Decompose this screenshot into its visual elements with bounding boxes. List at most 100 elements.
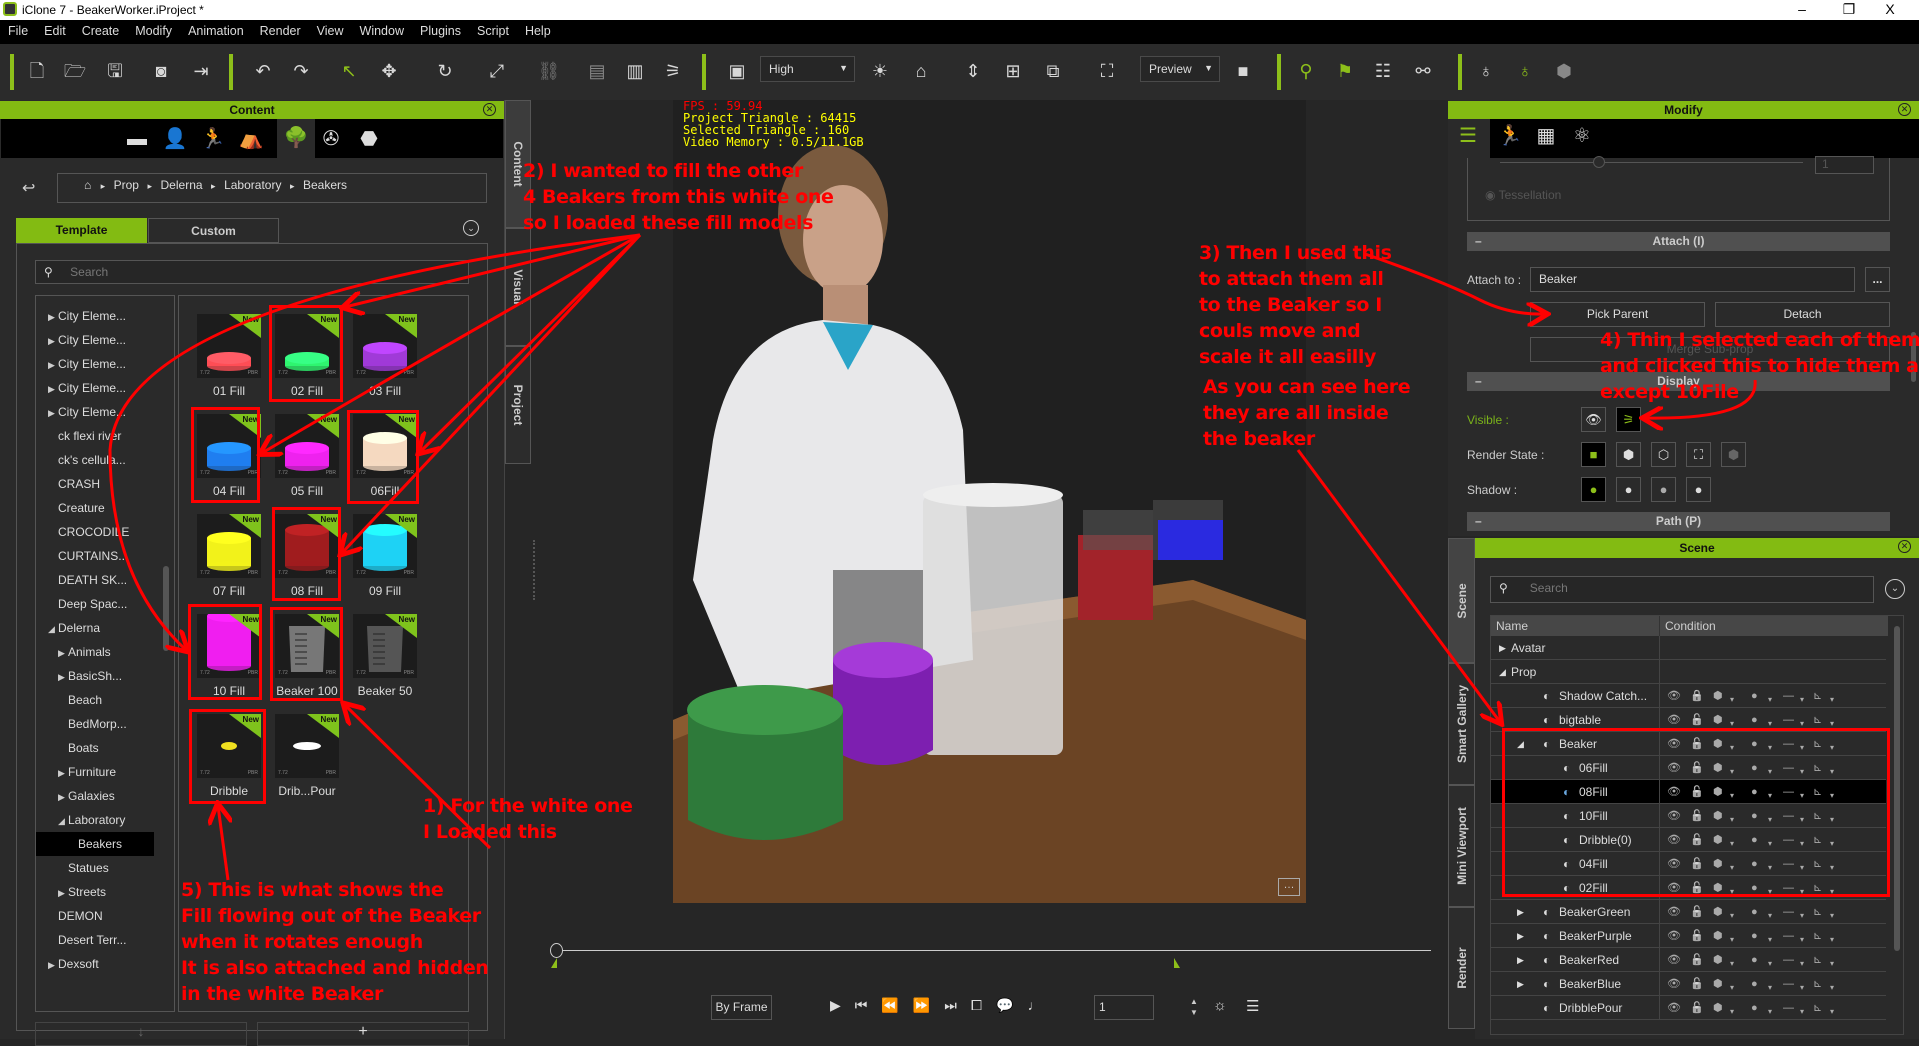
menu-script[interactable]: Script (469, 20, 517, 38)
tree-item[interactable]: ▶ City Eleme... (36, 328, 126, 352)
shadow-sphere-icon[interactable]: ● (1751, 972, 1758, 996)
side-tab-project[interactable]: Project (505, 346, 531, 464)
folder-icon[interactable]: ▬ (123, 125, 151, 153)
tree-item[interactable]: ▶ Galaxies (36, 784, 115, 808)
preview-dropdown[interactable]: Preview ▼ (1140, 56, 1220, 82)
save-icon[interactable]: 🖫 (102, 58, 128, 84)
cube-icon[interactable]: ⬢ (1713, 948, 1723, 972)
close-panel-icon[interactable]: ✕ (483, 103, 496, 116)
menu-file[interactable]: File (0, 20, 36, 38)
scene-row[interactable]: ▶ ◐ BeakerGreen 👁 🔓 ⬢ ▾ ● ▾ — ▾ ⊾ ▾ (1491, 900, 1886, 924)
visible-eye-icon[interactable]: 👁 (1581, 407, 1606, 432)
scene-row[interactable]: ▶ ◐ BeakerRed 👁 🔓 ⬢ ▾ ● ▾ — ▾ ⊾ ▾ (1491, 948, 1886, 972)
menu-create[interactable]: Create (74, 20, 128, 38)
menu-window[interactable]: Window (352, 20, 412, 38)
path-icon[interactable]: ⊾ (1813, 948, 1822, 972)
path-icon[interactable]: ⊾ (1813, 924, 1822, 948)
path-icon[interactable]: ⊾ (1813, 972, 1822, 996)
path-icon[interactable]: ⊾ (1813, 996, 1822, 1020)
breadcrumb-delerna[interactable]: Delerna (161, 178, 203, 192)
column-condition[interactable]: Condition (1659, 616, 1721, 636)
back-arrow-icon[interactable]: ↩ (22, 178, 35, 198)
tree-item[interactable]: CURTAINS... (36, 544, 128, 568)
close-button[interactable]: X (1870, 1, 1910, 17)
tree-item[interactable]: ▶ BasicSh... (36, 664, 122, 688)
path-icon[interactable]: ⚯ (1410, 58, 1436, 84)
fit-all-icon[interactable]: ⊞ (1000, 58, 1026, 84)
line-icon[interactable]: — (1783, 684, 1794, 708)
tree-item[interactable]: ▶ City Eleme... (36, 400, 126, 424)
tree-item[interactable]: DEATH SK... (36, 568, 127, 592)
line-icon[interactable]: — (1783, 996, 1794, 1020)
tree-item[interactable]: ▶ Streets (36, 880, 106, 904)
sliders-icon[interactable]: ☰ (1454, 122, 1482, 150)
frame-selection-icon[interactable]: ⛶ (1094, 58, 1120, 84)
content-search-input[interactable]: ⚲ Search (35, 260, 469, 284)
camera-view-icon[interactable]: ⧉ (1040, 58, 1066, 84)
tree-item[interactable]: ▶ Furniture (36, 760, 116, 784)
prev-frame-icon[interactable]: ⏪ (881, 997, 912, 1013)
menu-modify[interactable]: Modify (127, 20, 180, 38)
side-tab-render[interactable]: Render (1448, 907, 1475, 1029)
tree-item[interactable]: ◢ Delerna (36, 616, 100, 640)
tab-custom[interactable]: Custom (148, 218, 279, 243)
actor-icon[interactable]: 👤 (161, 125, 189, 153)
stage-icon[interactable]: ⛺ (237, 125, 265, 153)
new-file-icon[interactable]: 🗋 (24, 58, 50, 84)
motion-icon[interactable]: 🏃 (199, 125, 227, 153)
open-folder-icon[interactable]: 🗁 (62, 58, 88, 84)
dropdown-arrow-icon[interactable]: ▾ (1768, 1000, 1772, 1024)
rotate-icon[interactable]: ↻ (432, 58, 458, 84)
pick-parent-button[interactable]: Pick Parent (1530, 302, 1705, 327)
cube-icon[interactable]: ⬢ (1713, 996, 1723, 1020)
expand-arrow-icon[interactable]: ▶ (1517, 900, 1524, 924)
minimize-button[interactable]: – (1782, 1, 1822, 17)
attach-section-header[interactable]: – Attach (I) (1467, 232, 1890, 251)
slider-thumb[interactable] (1593, 156, 1605, 168)
tessellation-spinbox[interactable]: 1 (1815, 156, 1874, 174)
shadow-sphere-icon[interactable]: ● (1751, 948, 1758, 972)
range-end-marker[interactable] (1174, 958, 1180, 968)
side-tab-visual[interactable]: Visual (505, 228, 531, 346)
tree-scrollbar[interactable] (163, 566, 169, 651)
cubes-icon[interactable]: ⬢ (1551, 58, 1577, 84)
cube-icon[interactable]: ⬢ (1713, 684, 1723, 708)
redo-icon[interactable]: ↷ (288, 58, 314, 84)
path-section-header[interactable]: – Path (P) (1467, 512, 1890, 531)
frame-input[interactable]: 1 (1094, 995, 1154, 1020)
quality-dropdown[interactable]: High ▼ (760, 56, 855, 82)
settings-sun-icon[interactable]: ☼ (1213, 997, 1227, 1014)
scene-search-input[interactable]: ⚲ Search (1490, 576, 1874, 603)
chat-bubble-icon[interactable]: … (1278, 878, 1300, 896)
item-thumbnail[interactable]: New PBR 7.72 (353, 614, 417, 678)
shadow-sphere-icon[interactable]: ● (1751, 684, 1758, 708)
tree-item[interactable]: Deep Spac... (36, 592, 127, 616)
play-icon[interactable]: ▶ (830, 997, 855, 1013)
lock-icon[interactable]: 🔓 (1690, 900, 1704, 924)
item-thumbnail[interactable]: New PBR 7.72 (197, 514, 261, 578)
tree-item[interactable]: BedMorp... (36, 712, 127, 736)
go-end-icon[interactable]: ⏭ (944, 997, 971, 1013)
item-thumbnail[interactable]: New PBR 7.72 (197, 314, 261, 378)
wireframe-render-icon[interactable]: ⬡ (1651, 442, 1676, 467)
tree-item[interactable]: Beakers (36, 832, 154, 856)
dropdown-arrow-icon[interactable]: ▾ (1830, 1000, 1834, 1024)
physics-icon[interactable]: ♁ (1473, 58, 1499, 84)
tree-item[interactable]: Desert Terr... (36, 928, 126, 952)
tree-item[interactable]: ▶ City Eleme... (36, 304, 126, 328)
fit-vertical-icon[interactable]: ⇕ (960, 58, 986, 84)
detach-button[interactable]: Detach (1715, 302, 1890, 327)
frame-stepper[interactable]: ▲ ▼ (1190, 996, 1198, 1018)
lock-icon[interactable]: 🔓 (1690, 972, 1704, 996)
tree-item[interactable]: Statues (36, 856, 109, 880)
scene-row[interactable]: ◐ DribblePour 👁 🔓 ⬢ ▾ ● ▾ — ▾ ⊾ ▾ (1491, 996, 1886, 1020)
xray-render-icon[interactable]: ⬢ (1721, 442, 1746, 467)
dropdown-arrow-icon[interactable]: ▾ (1730, 1000, 1734, 1024)
align-icon[interactable]: ▤ (584, 58, 610, 84)
maximize-button[interactable]: ❐ (1829, 1, 1869, 18)
tessellation-radio[interactable]: ◉ Tessellation (1485, 188, 1561, 202)
expand-arrow-icon[interactable]: ▶ (1517, 948, 1524, 972)
physics-atom-icon[interactable]: ⚛ (1568, 122, 1596, 150)
viewport-layout-icon[interactable]: ▣ (724, 58, 750, 84)
column-name[interactable]: Name (1496, 619, 1528, 633)
